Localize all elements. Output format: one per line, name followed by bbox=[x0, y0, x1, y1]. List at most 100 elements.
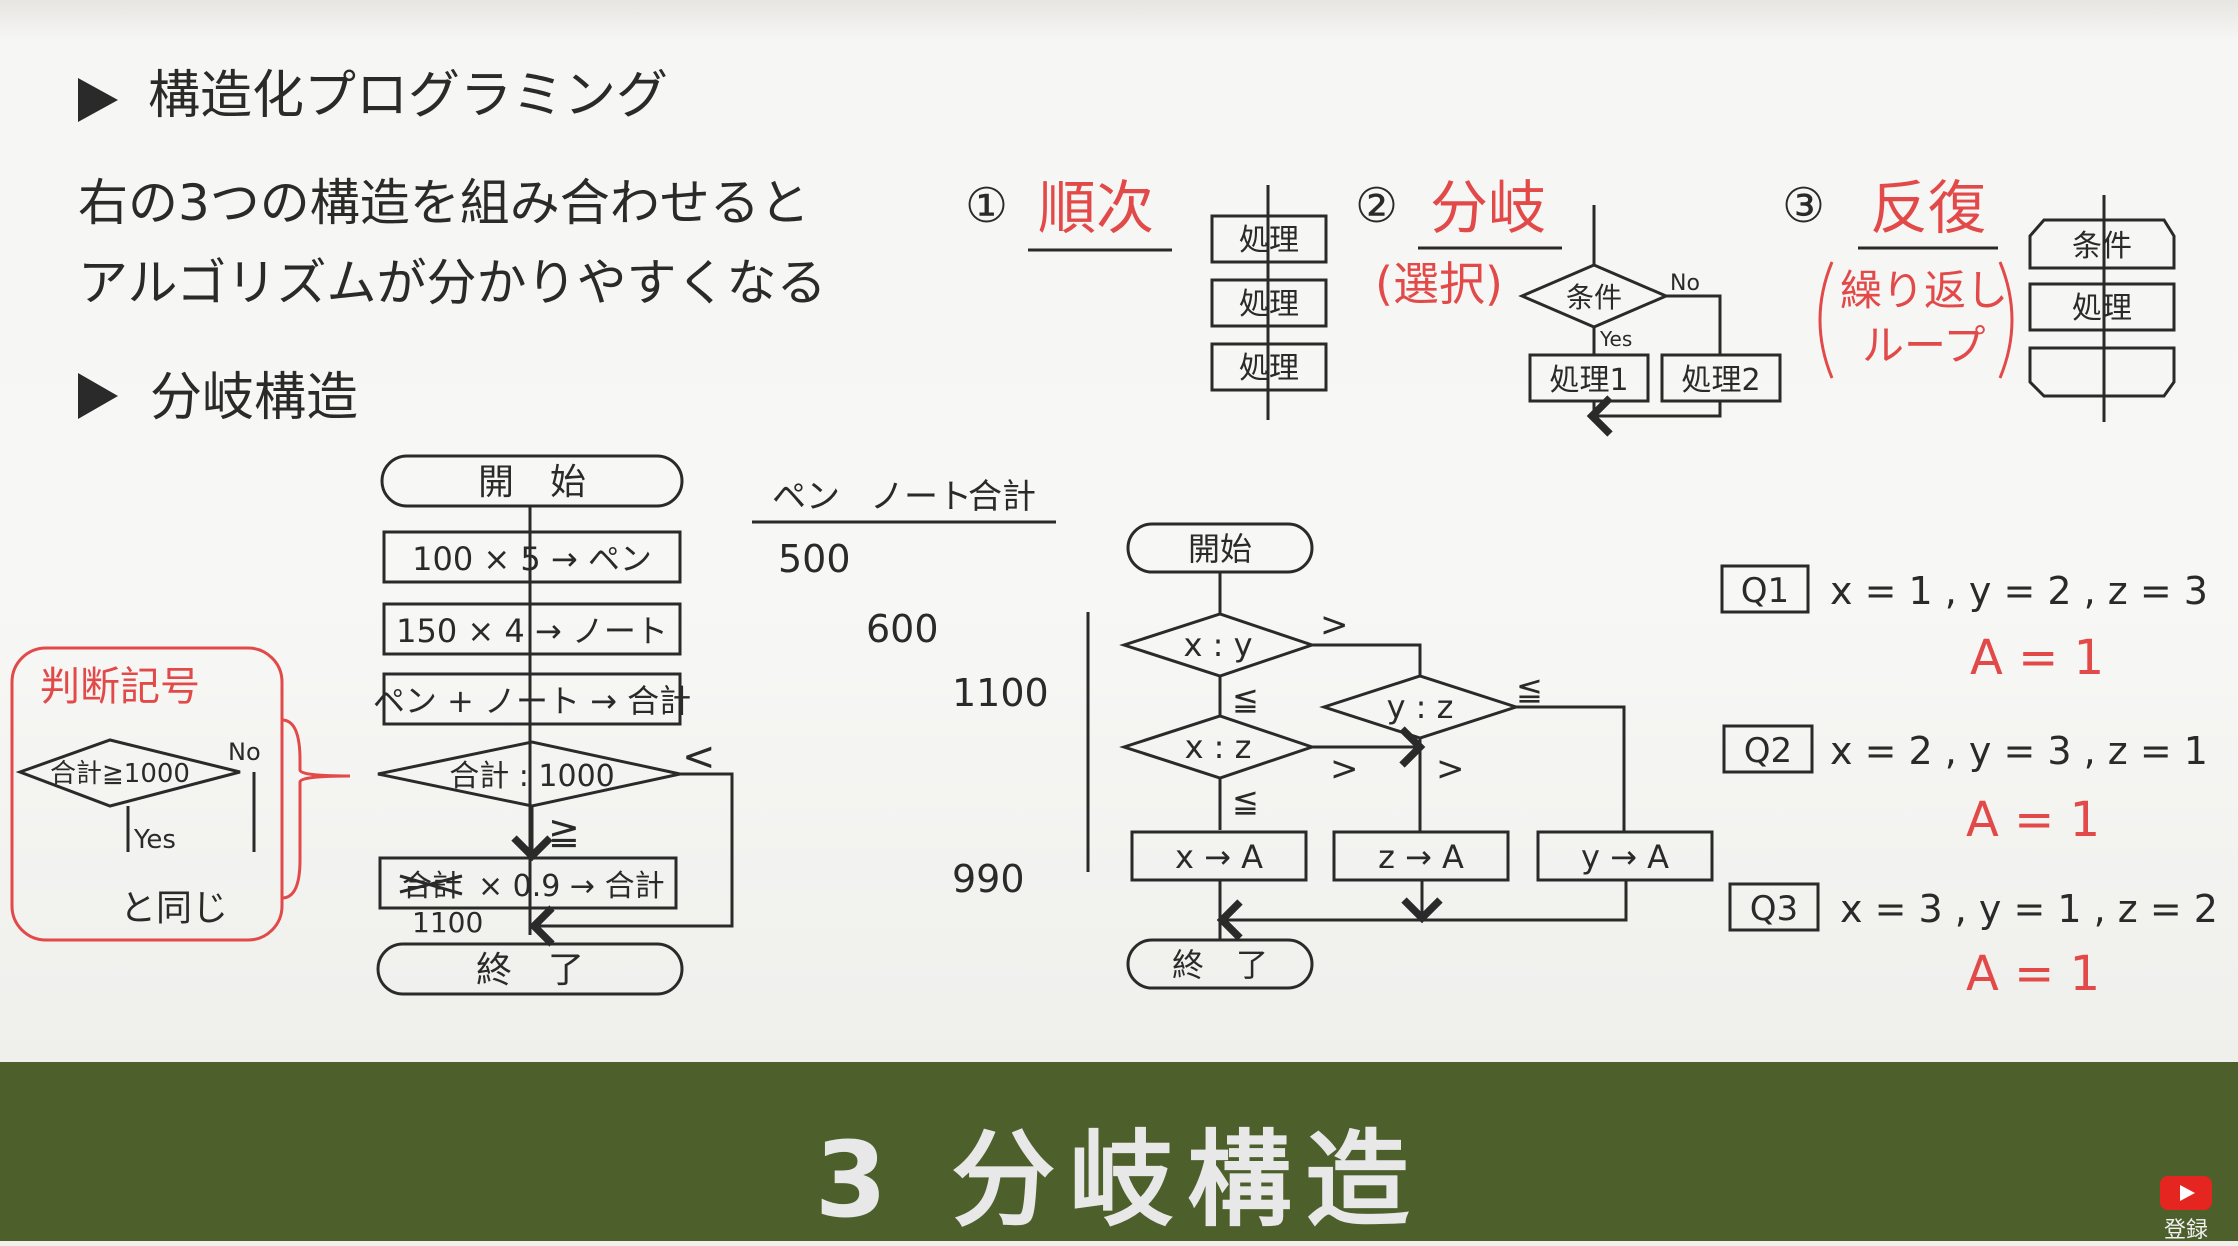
svg-text:開 始: 開 始 bbox=[478, 462, 586, 503]
loop-end-box bbox=[2028, 346, 2176, 398]
intro-line-1: 右の3つの構造を組み合わせると bbox=[78, 174, 810, 232]
svg-text:100 × 5 → ペン: 100 × 5 → ペン bbox=[412, 540, 652, 578]
svg-text:処理: 処理 bbox=[1239, 351, 1299, 386]
svg-text:A = 1: A = 1 bbox=[1970, 630, 2104, 686]
flow2-le: ≦ bbox=[1516, 670, 1543, 708]
loop-condition-box: 条件 bbox=[2028, 218, 2176, 270]
flow1-ge: ≧ bbox=[548, 809, 580, 853]
svg-text:処理2: 処理2 bbox=[1681, 363, 1760, 398]
branch-subtitle: (選択) bbox=[1375, 257, 1503, 311]
whiteboard-drawing: 構造化プログラミング 右の3つの構造を組み合わせると アルゴリズムが分かりやすく… bbox=[10, 66, 2218, 1002]
flow2-gt: > bbox=[1330, 749, 1359, 789]
flow2-end: 終 了 bbox=[1126, 938, 1314, 990]
loop-number: ③ bbox=[1782, 178, 1825, 234]
judgment-note: 判断記号 合計≧1000 No Yes と同じ bbox=[10, 646, 351, 942]
svg-text:処理1: 処理1 bbox=[1549, 363, 1628, 398]
svg-text:A = 1: A = 1 bbox=[1966, 946, 2100, 1002]
flow2-box-za: z → A bbox=[1332, 830, 1510, 882]
branch-title: 分岐構造 bbox=[150, 368, 358, 428]
svg-text:150 × 4 → ノート: 150 × 4 → ノート bbox=[396, 612, 668, 650]
trace-value: 1100 bbox=[952, 671, 1049, 715]
flow2-box-xa: x → A bbox=[1130, 830, 1308, 882]
svg-text:処理: 処理 bbox=[1239, 223, 1299, 258]
svg-text:x → A: x → A bbox=[1175, 838, 1263, 876]
question-q2: Q2 x = 2 , y = 3 , z = 1 A = 1 bbox=[1722, 724, 2208, 848]
svg-text:× 0.9 → 合計: × 0.9 → 合計 bbox=[478, 869, 665, 904]
flow2-le: ≦ bbox=[1232, 782, 1259, 820]
subscribe-label: 登録 bbox=[2163, 1218, 2208, 1243]
trace-header-total: 合計 bbox=[968, 477, 1036, 517]
whiteboard: 構造化プログラミング 右の3つの構造を組み合わせると アルゴリズムが分かりやすく… bbox=[0, 0, 2238, 1062]
sequence-box: 処理 bbox=[1210, 278, 1328, 328]
branch-no-label: No bbox=[1670, 271, 1700, 296]
structured-title: 構造化プログラミング bbox=[148, 66, 668, 126]
trace-table: ペン ノート 合計 500 600 1100 990 bbox=[752, 477, 1056, 901]
judgment-title: 判断記号 bbox=[40, 664, 200, 710]
flow2-decision-xy: x : y bbox=[1119, 612, 1317, 678]
svg-text:Q2: Q2 bbox=[1744, 731, 1792, 771]
sequence-number: ① bbox=[965, 178, 1008, 234]
svg-text:合計 : 1000: 合計 : 1000 bbox=[449, 759, 615, 794]
svg-text:処理: 処理 bbox=[2072, 291, 2132, 326]
flow1-step2: 150 × 4 → ノート bbox=[382, 602, 682, 656]
svg-text:ペン + ノート → 合計: ペン + ノート → 合計 bbox=[373, 682, 691, 720]
svg-text:条件: 条件 bbox=[1566, 281, 1622, 314]
svg-text:y → A: y → A bbox=[1581, 838, 1669, 876]
question-q3: Q3 x = 3 , y = 1 , z = 2 A = 1 bbox=[1728, 882, 2218, 1002]
flow2-box-ya: y → A bbox=[1536, 830, 1714, 882]
flow2-gt: > bbox=[1320, 605, 1349, 645]
svg-text:Q3: Q3 bbox=[1750, 889, 1798, 929]
trace-value: 500 bbox=[778, 537, 851, 581]
flow1-step3: ペン + ノート → 合計 bbox=[373, 672, 691, 726]
svg-text:x = 3 , y = 1 , z = 2: x = 3 , y = 1 , z = 2 bbox=[1840, 887, 2218, 931]
flow1-step1: 100 × 5 → ペン bbox=[382, 530, 682, 584]
judgment-same: と同じ bbox=[120, 888, 228, 929]
branch-yes-label: Yes bbox=[1599, 327, 1632, 351]
svg-text:開始: 開始 bbox=[1188, 530, 1252, 568]
subscribe-button[interactable]: 登録 bbox=[2158, 1176, 2214, 1243]
loop-sub2: ループ bbox=[1862, 321, 1985, 370]
branch-condition-diamond: 条件 bbox=[1518, 263, 1670, 329]
branch-process2: 処理2 bbox=[1660, 353, 1782, 403]
judgment-condition: 合計≧1000 bbox=[50, 759, 190, 789]
svg-text:A = 1: A = 1 bbox=[1966, 792, 2100, 848]
intro-line-2: アルゴリズムが分かりやすくなる bbox=[78, 254, 827, 312]
flow2-decision-yz: y : z bbox=[1319, 674, 1521, 740]
flow2-start: 開始 bbox=[1126, 522, 1314, 574]
sequence-box: 処理 bbox=[1210, 214, 1328, 264]
branch-struct-title: 分岐 bbox=[1430, 174, 1546, 242]
flow1-step4: 合計 × 0.9 → 合計 bbox=[378, 856, 678, 910]
flow1-end: 終 了 bbox=[376, 942, 684, 996]
flow1-start: 開 始 bbox=[380, 454, 684, 508]
trace-header-pen: ペン bbox=[772, 477, 840, 517]
svg-text:処理: 処理 bbox=[1239, 287, 1299, 322]
svg-text:終 了: 終 了 bbox=[1172, 946, 1268, 984]
bullet-triangle-icon bbox=[78, 373, 118, 419]
svg-text:終 了: 終 了 bbox=[476, 950, 584, 991]
youtube-play-icon bbox=[2160, 1176, 2212, 1210]
trace-value: 600 bbox=[866, 607, 939, 651]
sequence-title: 順次 bbox=[1038, 174, 1154, 242]
loop-title: 反復 bbox=[1870, 174, 1986, 242]
judgment-yes: Yes bbox=[133, 825, 176, 855]
flow2-le: ≦ bbox=[1232, 680, 1259, 718]
svg-text:条件: 条件 bbox=[2072, 229, 2132, 264]
bullet-triangle-icon bbox=[78, 78, 118, 122]
svg-text:x = 2 , y = 3 , z = 1: x = 2 , y = 3 , z = 1 bbox=[1830, 729, 2208, 773]
flow2-decision-xz: x : z bbox=[1119, 714, 1317, 780]
svg-text:Q1: Q1 bbox=[1741, 571, 1789, 611]
question-q1: Q1 x = 1 , y = 2 , z = 3 A = 1 bbox=[1720, 564, 2208, 686]
svg-text:z → A: z → A bbox=[1378, 838, 1464, 876]
trace-header-note: ノート bbox=[870, 477, 972, 517]
svg-text:x = 1 , y = 2 , z = 3: x = 1 , y = 2 , z = 3 bbox=[1830, 569, 2208, 613]
flow2-gt: > bbox=[1436, 749, 1465, 789]
sequence-box: 処理 bbox=[1210, 342, 1328, 392]
banner-title: 3 分岐構造 bbox=[814, 1119, 1424, 1241]
branch-number: ② bbox=[1355, 178, 1398, 234]
loop-sub1: 繰り返し bbox=[1840, 266, 2008, 315]
loop-process-box: 処理 bbox=[2028, 282, 2176, 332]
judgment-no: No bbox=[228, 738, 261, 766]
flow1-value-note: 1100 bbox=[412, 906, 483, 939]
trace-value: 990 bbox=[952, 857, 1025, 901]
svg-text:x : z: x : z bbox=[1185, 728, 1252, 766]
